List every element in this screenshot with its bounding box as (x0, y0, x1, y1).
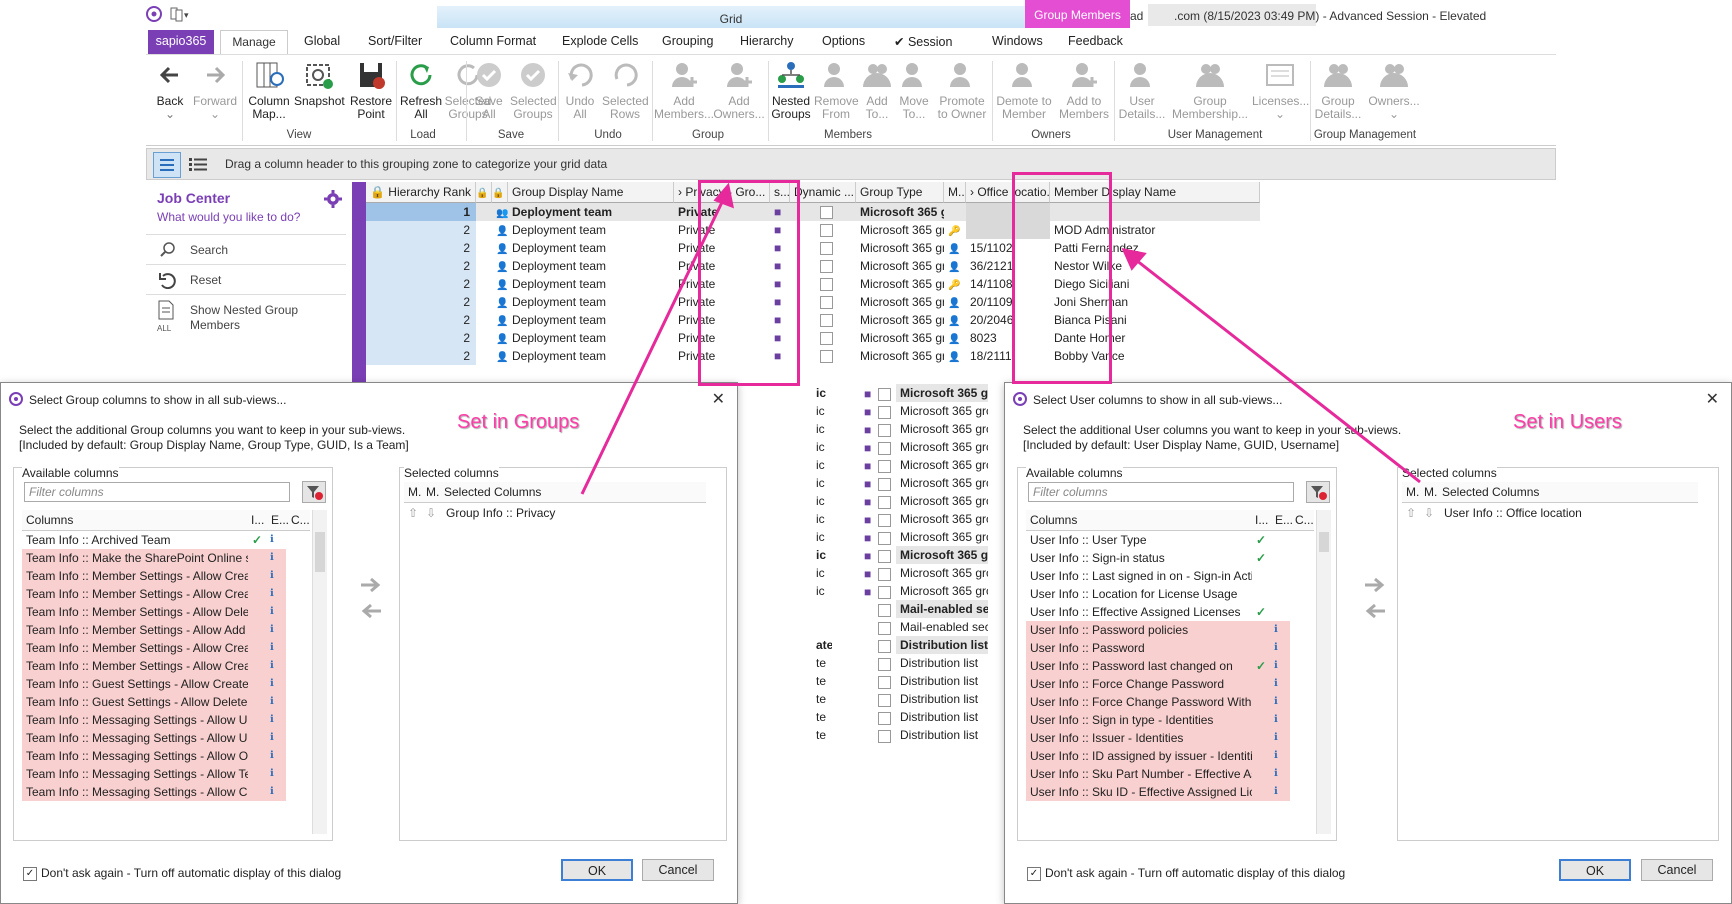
annotation-arrows (580, 182, 1421, 495)
